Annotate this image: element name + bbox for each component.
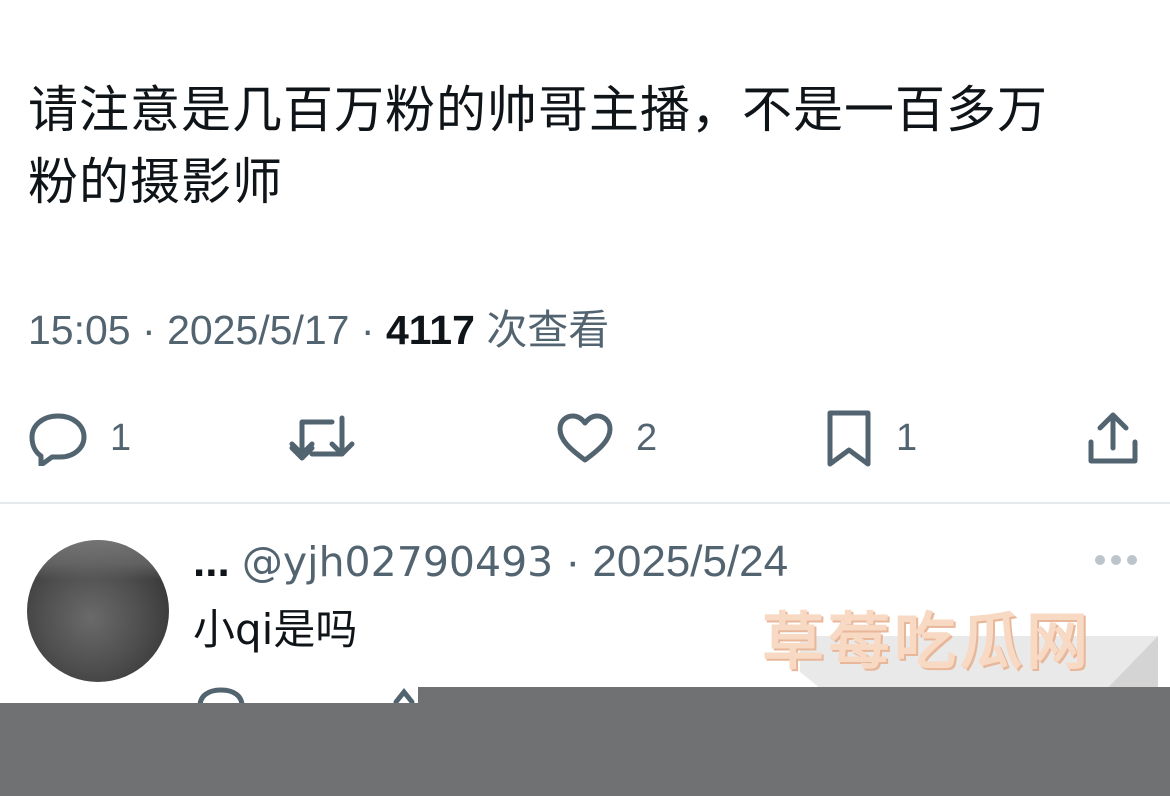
tweet-actions: 1 2 1 [0,400,1170,476]
reply-date[interactable]: 2025/5/24 [592,537,788,586]
retweet-button[interactable] [288,400,356,476]
meta-separator: · [142,307,156,353]
share-icon [1088,412,1138,464]
watermark: 草莓吃瓜网 [762,605,1093,678]
reply-separator: · [565,537,581,586]
retweet-icon [289,415,355,461]
reply-button[interactable]: 1 [28,400,131,476]
meta-separator: · [360,307,375,353]
reply-icon [29,413,87,466]
reply-author-name[interactable]: ... [193,537,230,586]
bookmark-icon [827,410,871,467]
like-count: 2 [636,416,658,459]
overlay-bar [0,703,1170,796]
views-count[interactable]: 4117 [386,307,475,353]
share-button[interactable] [1086,400,1140,476]
like-icon [557,413,613,463]
tweet-meta: 15:05 · 2025/5/17 · 4117 次查看 [28,302,609,358]
like-button[interactable]: 2 [556,400,657,476]
tweet-text-line-2: 粉的摄影师 [28,153,283,211]
more-options-icon[interactable] [1094,548,1138,572]
reply-count: 1 [110,416,132,459]
tweet-text: 请注意是几百万粉的帅哥主播，不是一百多万 粉的摄影师 [28,74,1138,218]
tweet-text-line-1: 请注意是几百万粉的帅哥主播，不是一百多万 [28,81,1048,139]
avatar[interactable] [27,540,169,682]
tweet-time[interactable]: 15:05 [28,307,131,353]
reply-header: ... @yjh02790493 · 2025/5/24 [193,534,788,590]
bookmark-button[interactable]: 1 [824,400,917,476]
reply-author-handle[interactable]: @yjh02790493 [242,538,553,586]
tweet-date[interactable]: 2025/5/17 [167,307,349,353]
views-label[interactable]: 次查看 [486,306,609,354]
reply-text: 小qi是吗 [193,605,358,654]
bookmark-count: 1 [896,416,918,459]
